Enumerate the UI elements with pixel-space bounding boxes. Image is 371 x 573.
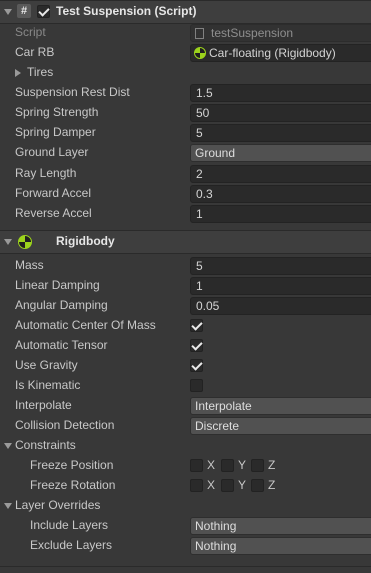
script-label: Script xyxy=(15,25,46,39)
freeze-position-z-checkbox[interactable] xyxy=(251,459,264,472)
rigidbody-icon xyxy=(194,47,206,59)
use-gravity-checkbox[interactable] xyxy=(190,359,203,372)
mass-label: Mass xyxy=(15,258,44,272)
car-rb-label: Car RB xyxy=(15,45,55,59)
freeze-position-label: Freeze Position xyxy=(30,458,114,472)
axis-z-label: Z xyxy=(268,458,276,472)
auto-com-checkbox[interactable] xyxy=(190,319,203,332)
freeze-rotation-z-checkbox[interactable] xyxy=(251,479,264,492)
is-kinematic-label: Is Kinematic xyxy=(15,378,81,392)
ground-layer-row: Ground Layer Ground xyxy=(0,143,371,163)
mass-row: Mass 5 xyxy=(0,256,371,276)
suspension-rest-dist-input[interactable]: 1.5 xyxy=(190,84,371,102)
reverse-accel-input[interactable]: 1 xyxy=(190,205,371,223)
reverse-accel-row: Reverse Accel 1 xyxy=(0,204,371,224)
field-label: Spring Damper xyxy=(15,125,96,139)
tires-foldout-icon[interactable] xyxy=(15,69,21,77)
freeze-rotation-x-checkbox[interactable] xyxy=(190,479,203,492)
script-enabled-checkbox[interactable] xyxy=(37,5,50,18)
interpolate-label: Interpolate xyxy=(15,398,72,412)
auto-tensor-label: Automatic Tensor xyxy=(15,338,108,352)
script-value: testSuspension xyxy=(211,26,294,40)
spring-damper-input[interactable]: 5 xyxy=(190,124,371,142)
include-layers-dropdown[interactable]: Nothing xyxy=(190,517,371,535)
freeze-position-y-checkbox[interactable] xyxy=(221,459,234,472)
car-rb-row: Car RB Car-floating (Rigidbody) xyxy=(0,43,371,63)
constraints-label: Constraints xyxy=(15,438,76,452)
rigidbody-header[interactable]: Rigidbody xyxy=(0,230,371,254)
constraints-foldout-icon[interactable] xyxy=(4,443,12,449)
forward-accel-input[interactable]: 0.3 xyxy=(190,185,371,203)
angular-damping-row: Angular Damping 0.05 xyxy=(0,296,371,316)
field-label: Ray Length xyxy=(15,166,77,180)
linear-damping-row: Linear Damping 1 xyxy=(0,276,371,296)
tires-label: Tires xyxy=(27,65,54,79)
include-layers-row: Include Layers Nothing xyxy=(0,516,371,536)
freeze-rotation-row: Freeze Rotation X Y Z xyxy=(0,476,371,496)
mass-input[interactable]: 5 xyxy=(190,257,371,275)
spring-damper-row: Spring Damper 5 xyxy=(0,123,371,143)
field-label: Suspension Rest Dist xyxy=(15,85,130,99)
script-row: Script testSuspension xyxy=(0,23,371,43)
interpolate-row: Interpolate Interpolate xyxy=(0,396,371,416)
suspension-rest-dist-row: Suspension Rest Dist 1.5 xyxy=(0,83,371,103)
field-label: Spring Strength xyxy=(15,105,99,119)
car-rb-field[interactable]: Car-floating (Rigidbody) xyxy=(190,44,371,62)
layer-overrides-label: Layer Overrides xyxy=(15,498,101,512)
constraints-row[interactable]: Constraints xyxy=(0,436,371,456)
tires-row[interactable]: Tires xyxy=(0,63,371,83)
ground-layer-dropdown[interactable]: Ground xyxy=(190,144,371,162)
foldout-arrow-icon[interactable] xyxy=(4,9,12,15)
linear-damping-input[interactable]: 1 xyxy=(190,277,371,295)
freeze-position-row: Freeze Position X Y Z xyxy=(0,456,371,476)
rigidbody-title: Rigidbody xyxy=(56,234,115,248)
spring-strength-input[interactable]: 50 xyxy=(190,104,371,122)
use-gravity-row: Use Gravity xyxy=(0,356,371,376)
auto-tensor-checkbox[interactable] xyxy=(190,339,203,352)
linear-damping-label: Linear Damping xyxy=(15,278,100,292)
spring-strength-row: Spring Strength 50 xyxy=(0,103,371,123)
collision-detection-row: Collision Detection Discrete xyxy=(0,416,371,436)
axis-y-label: Y xyxy=(238,458,247,472)
rigidbody-icon xyxy=(18,235,32,249)
layer-overrides-row[interactable]: Layer Overrides xyxy=(0,496,371,516)
axis-z-label: Z xyxy=(268,478,276,492)
interpolate-dropdown[interactable]: Interpolate xyxy=(190,397,371,415)
use-gravity-label: Use Gravity xyxy=(15,358,78,372)
script-component-title: Test Suspension (Script) xyxy=(56,4,197,18)
script-file-icon xyxy=(195,28,204,39)
script-field: testSuspension xyxy=(190,24,371,42)
auto-com-label: Automatic Center Of Mass xyxy=(15,318,156,332)
ray-length-input[interactable]: 2 xyxy=(190,165,371,183)
auto-com-row: Automatic Center Of Mass xyxy=(0,316,371,336)
collision-detection-dropdown[interactable]: Discrete xyxy=(190,417,371,435)
component-divider xyxy=(0,566,371,567)
axis-x-label: X xyxy=(207,458,216,472)
freeze-rotation-y-checkbox[interactable] xyxy=(221,479,234,492)
auto-tensor-row: Automatic Tensor xyxy=(0,336,371,356)
angular-damping-label: Angular Damping xyxy=(15,298,108,312)
exclude-layers-label: Exclude Layers xyxy=(30,538,113,552)
collision-detection-label: Collision Detection xyxy=(15,418,115,432)
ray-length-row: Ray Length 2 xyxy=(0,164,371,184)
exclude-layers-dropdown[interactable]: Nothing xyxy=(190,537,371,555)
foldout-arrow-icon[interactable] xyxy=(4,239,12,245)
is-kinematic-row: Is Kinematic xyxy=(0,376,371,396)
freeze-position-x-checkbox[interactable] xyxy=(190,459,203,472)
script-component-header[interactable]: # Test Suspension (Script) xyxy=(0,0,371,24)
forward-accel-row: Forward Accel 0.3 xyxy=(0,184,371,204)
axis-x-label: X xyxy=(207,478,216,492)
field-label: Ground Layer xyxy=(15,145,89,159)
exclude-layers-row: Exclude Layers Nothing xyxy=(0,536,371,556)
is-kinematic-checkbox[interactable] xyxy=(190,379,203,392)
car-rb-value: Car-floating (Rigidbody) xyxy=(209,46,336,60)
axis-y-label: Y xyxy=(238,478,247,492)
layer-overrides-foldout-icon[interactable] xyxy=(4,503,12,509)
angular-damping-input[interactable]: 0.05 xyxy=(190,297,371,315)
script-hash-icon: # xyxy=(17,4,31,18)
include-layers-label: Include Layers xyxy=(30,518,109,532)
field-label: Reverse Accel xyxy=(15,206,92,220)
field-label: Forward Accel xyxy=(15,186,92,200)
freeze-rotation-label: Freeze Rotation xyxy=(30,478,116,492)
